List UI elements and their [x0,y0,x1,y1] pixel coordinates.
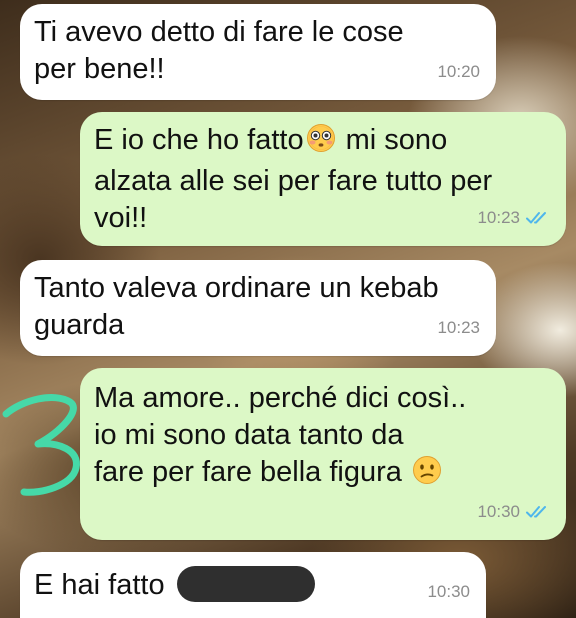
message-meta: 10:30 [477,493,550,530]
confused-face-icon [412,455,442,495]
message-bubble-outgoing[interactable]: Ma amore.. perché dici così.. io mi sono… [80,368,566,540]
message-meta: 10:23 [437,309,480,346]
annotation-number-three [2,394,80,496]
message-text: Ti avevo detto di fare le cose per bene!… [34,16,404,85]
message-bubble-outgoing[interactable]: E io che ho fatto mi sono alzata alle se… [80,112,566,246]
message-meta: 10:20 [437,53,480,90]
message-bubble-incoming[interactable]: E hai fatto 10:30 [20,552,486,618]
message-meta: 10:23 [477,199,550,236]
message-text-part: Ma amore.. perché dici così.. io mi sono… [94,382,467,488]
message-time: 10:23 [477,208,520,227]
message-time: 10:20 [437,62,480,81]
message-text-part: E io che ho fatto [94,124,304,156]
message-time: 10:23 [437,318,480,337]
message-text-part: E hai fatto [34,569,173,601]
message-text: E hai fatto [34,566,472,604]
double-check-icon [526,211,550,225]
flushed-face-icon [306,123,336,163]
message-time: 10:30 [477,502,520,521]
message-meta: 10:30 [427,573,470,610]
message-bubble-incoming[interactable]: Tanto valeva ordinare un kebab guarda 10… [20,260,496,356]
message-text: Ma amore.. perché dici così.. io mi sono… [94,380,552,495]
message-time: 10:30 [427,582,470,601]
message-bubble-incoming[interactable]: Ti avevo detto di fare le cose per bene!… [20,4,496,100]
message-text: Tanto valeva ordinare un kebab guarda [34,272,439,341]
redaction-mark [176,566,315,602]
double-check-icon [526,505,550,519]
